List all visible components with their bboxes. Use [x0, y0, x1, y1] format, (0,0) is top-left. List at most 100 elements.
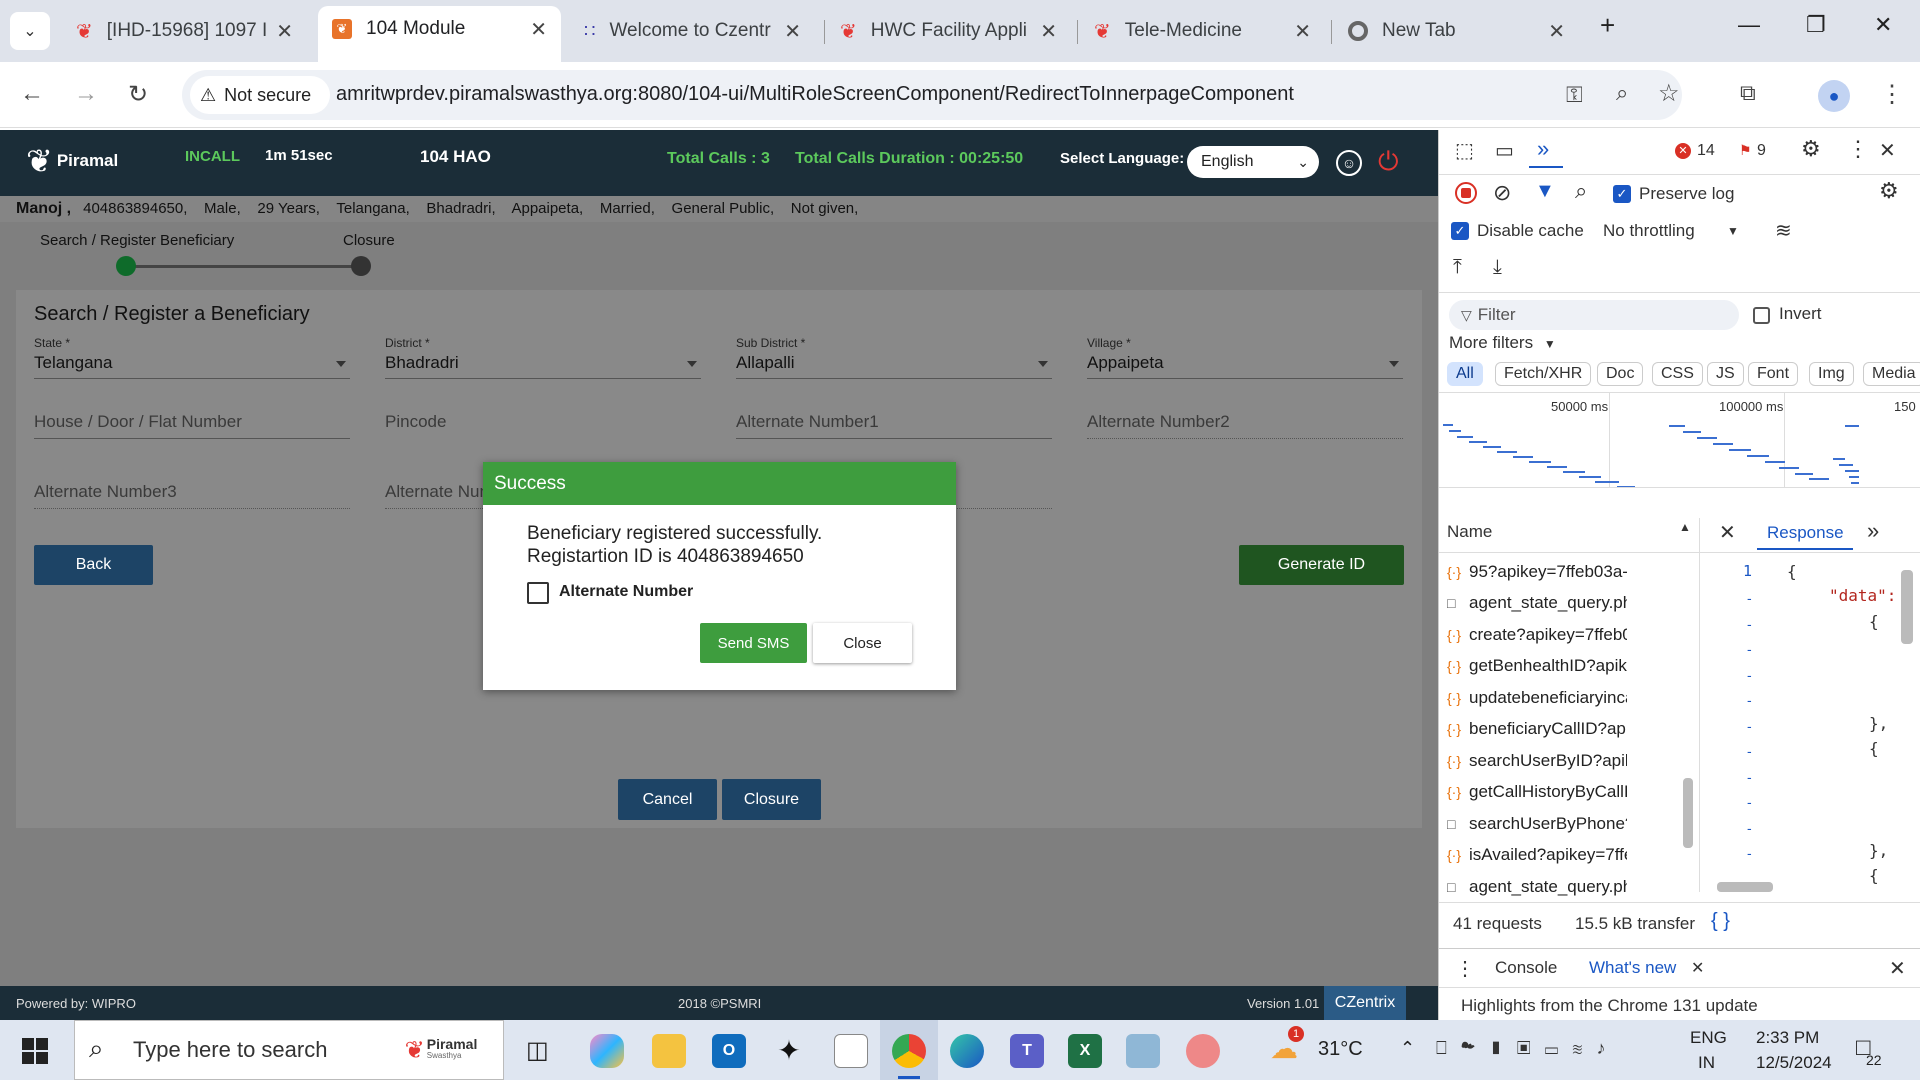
search-icon[interactable]: ⌕	[1575, 178, 1587, 204]
pincode-field[interactable]: Pincode	[385, 412, 446, 432]
notepad-icon[interactable]	[834, 1034, 868, 1068]
request-row[interactable]: {·} updatebeneficiaryincall...	[1447, 688, 1627, 708]
filter-input[interactable]: ▽ Filter	[1449, 300, 1739, 330]
back-nav-icon[interactable]: ←	[20, 80, 44, 108]
state-select[interactable]: Telangana	[34, 353, 112, 373]
outlook-icon[interactable]: O	[712, 1034, 746, 1068]
alternate-number2-field[interactable]: Alternate Number2	[1087, 412, 1230, 432]
task-view-icon[interactable]: ◫	[526, 1036, 549, 1065]
browser-tab-6[interactable]: New Tab ✕	[1334, 8, 1579, 54]
response-hscrollbar[interactable]	[1717, 882, 1773, 892]
back-button[interactable]: Back	[34, 545, 153, 585]
request-row[interactable]: □ searchUserByPhone?a...	[1447, 814, 1627, 834]
tray-chevron-icon[interactable]: ⌃	[1400, 1038, 1415, 1059]
pretty-print-icon[interactable]: { }	[1711, 910, 1730, 933]
filter-funnel-icon[interactable]: ▼	[1535, 180, 1555, 203]
profile-avatar-icon[interactable]: ●	[1818, 80, 1850, 112]
browser-tab-5[interactable]: ❦ Tele-Medicine ✕	[1080, 8, 1325, 54]
browser-tab-3[interactable]: ∷ Welcome to Czentr ✕	[570, 8, 815, 54]
drawer-menu-icon[interactable]: ⋮	[1455, 956, 1475, 981]
drawer-whatsnew-tab[interactable]: What's new	[1589, 958, 1676, 978]
new-tab-button[interactable]: +	[1600, 10, 1615, 41]
alternate-number4-field[interactable]: Alternate Num	[385, 482, 494, 502]
import-har-icon[interactable]: ⤒	[1453, 256, 1462, 279]
forward-nav-icon[interactable]: →	[74, 80, 98, 108]
copilot-icon[interactable]	[590, 1034, 624, 1068]
url-text[interactable]: amritwprdev.piramalswasthya.org:8080/104…	[336, 83, 1294, 106]
drawer-close-icon[interactable]: ✕	[1889, 956, 1906, 981]
more-tabs-icon[interactable]: »	[1867, 518, 1879, 544]
name-column-header[interactable]: Name	[1447, 522, 1492, 542]
village-select[interactable]: Appaipeta	[1087, 353, 1164, 373]
throttling-dropdown-icon[interactable]: ▼	[1727, 224, 1739, 238]
language-indicator-1[interactable]: ENG	[1690, 1028, 1727, 1048]
alternate-number-checkbox[interactable]	[527, 582, 549, 604]
devtools-settings-icon[interactable]: ⚙	[1801, 136, 1821, 162]
snipping-tool-icon[interactable]	[1186, 1034, 1220, 1068]
tab-close-icon[interactable]: ✕	[530, 17, 547, 42]
devtools-close-icon[interactable]: ✕	[1879, 138, 1896, 163]
response-scrollbar[interactable]	[1901, 570, 1913, 644]
preserve-log-checkbox[interactable]: ✓	[1613, 185, 1631, 203]
user-profile-icon[interactable]: ☺	[1336, 150, 1362, 176]
request-row[interactable]: {·} getCallHistoryByCallID...	[1447, 782, 1627, 802]
type-filter-fetch-xhr[interactable]: Fetch/XHR	[1495, 362, 1592, 386]
subdistrict-select[interactable]: Allapalli	[736, 353, 795, 373]
alternate-number1-field[interactable]: Alternate Number1	[736, 412, 879, 432]
tab-close-icon[interactable]: ✕	[1040, 19, 1057, 44]
minimize-icon[interactable]: —	[1738, 12, 1760, 38]
clock-time[interactable]: 2:33 PM	[1756, 1028, 1819, 1048]
network-settings-icon[interactable]: ⚙	[1879, 178, 1899, 204]
request-row[interactable]: {·} getBenhealthID?apikey...	[1447, 656, 1627, 676]
more-panels-icon[interactable]: »	[1537, 136, 1549, 162]
throttling-select[interactable]: No throttling	[1603, 221, 1695, 241]
request-row[interactable]: {·} 95?apikey=7ffeb03a-f4...	[1447, 562, 1627, 582]
browser-tab-1[interactable]: ❦ [IHD-15968] 1097 I ✕	[62, 8, 307, 54]
type-filter-css[interactable]: CSS	[1652, 362, 1703, 386]
district-select[interactable]: Bhadradri	[385, 353, 459, 373]
logout-power-icon[interactable]: ⏻	[1378, 146, 1399, 178]
browser-tab-4[interactable]: ❦ HWC Facility Appli ✕	[826, 8, 1071, 54]
request-row[interactable]: {·} beneficiaryCallID?apik...	[1447, 719, 1627, 739]
bookmark-star-icon[interactable]: ☆	[1658, 79, 1680, 108]
reload-icon[interactable]: ↻	[128, 80, 148, 109]
whatsnew-close-icon[interactable]: ✕	[1691, 958, 1704, 978]
requests-scrollbar[interactable]	[1683, 778, 1693, 848]
type-filter-img[interactable]: Img	[1809, 362, 1854, 386]
alternate-number3-field[interactable]: Alternate Number3	[34, 482, 177, 502]
language-select[interactable]: English ⌄	[1187, 146, 1319, 178]
app-icon[interactable]	[1126, 1034, 1160, 1068]
chrome-menu-icon[interactable]: ⋮	[1880, 80, 1904, 109]
tab-close-icon[interactable]: ✕	[784, 19, 801, 44]
type-filter-font[interactable]: Font	[1748, 362, 1799, 386]
device-toolbar-icon[interactable]: ▭	[1495, 138, 1514, 163]
send-sms-button[interactable]: Send SMS	[700, 623, 807, 663]
invert-checkbox[interactable]	[1753, 307, 1770, 324]
password-key-icon[interactable]: ⚿	[1566, 82, 1583, 108]
app-icon[interactable]: ✦	[772, 1034, 806, 1068]
request-row[interactable]: □ agent_state_query.php...	[1447, 877, 1627, 897]
dialog-close-button[interactable]: Close	[813, 623, 912, 663]
network-conditions-icon[interactable]: ≋	[1775, 218, 1792, 243]
type-filter-doc[interactable]: Doc	[1597, 362, 1644, 386]
type-filter-all[interactable]: All	[1447, 362, 1483, 386]
tray-icons[interactable]: ⎕☁▮▣▭≋♪	[1436, 1038, 1619, 1059]
drawer-console-tab[interactable]: Console	[1495, 958, 1557, 978]
taskbar-search[interactable]: ⌕ Type here to search ❦ Piramal Swasthya	[74, 1020, 504, 1080]
edge-icon[interactable]	[950, 1034, 984, 1068]
clear-log-icon[interactable]: ⊘	[1493, 180, 1511, 206]
restore-icon[interactable]: ❐	[1806, 12, 1826, 38]
more-filters-button[interactable]: More filters ▼	[1449, 333, 1556, 353]
export-har-icon[interactable]: ⤓	[1493, 256, 1502, 279]
tab-search-button[interactable]: ⌄	[10, 12, 50, 50]
stepper-step-1-dot[interactable]	[116, 256, 136, 276]
cancel-button[interactable]: Cancel	[618, 779, 717, 820]
windows-start-icon[interactable]	[22, 1038, 48, 1064]
tab-close-icon[interactable]: ✕	[1548, 19, 1565, 44]
response-tab[interactable]: Response	[1767, 523, 1844, 543]
record-stop-icon[interactable]	[1455, 182, 1477, 204]
tab-close-icon[interactable]: ✕	[276, 19, 293, 44]
close-window-icon[interactable]: ✕	[1874, 12, 1892, 38]
language-indicator-2[interactable]: IN	[1698, 1053, 1715, 1073]
teams-icon[interactable]: T	[1010, 1034, 1044, 1068]
